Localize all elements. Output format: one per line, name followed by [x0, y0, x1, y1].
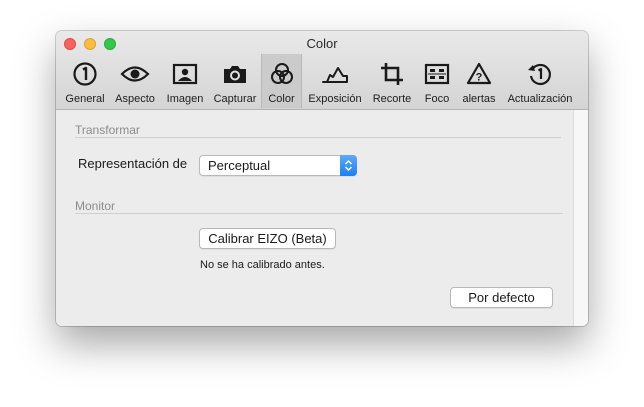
exposure-icon — [320, 59, 350, 89]
eye-icon — [120, 59, 150, 89]
tab-exposicion-label: Exposición — [308, 93, 362, 105]
warning-icon: ? — [464, 59, 494, 89]
tab-foco-label: Foco — [424, 93, 450, 105]
tab-recorte[interactable]: Recorte — [367, 54, 417, 108]
image-icon — [170, 59, 200, 89]
scrollbar-track[interactable] — [573, 110, 588, 326]
tab-imagen[interactable]: Imagen — [160, 54, 210, 108]
monitor-divider — [75, 213, 563, 214]
update-icon — [525, 59, 555, 89]
crop-icon — [377, 59, 407, 89]
camera-icon — [220, 59, 250, 89]
chevron-updown-icon — [340, 155, 357, 176]
tab-imagen-label: Imagen — [166, 93, 204, 105]
calibrate-eizo-button[interactable]: Calibrar EIZO (Beta) — [199, 228, 336, 249]
tab-foco[interactable]: Foco — [418, 54, 456, 108]
rendering-intent-select[interactable]: Perceptual — [199, 155, 357, 176]
tab-recorte-label: Recorte — [372, 93, 412, 105]
tab-general-label: General — [65, 93, 105, 105]
tab-color-label: Color — [268, 93, 295, 105]
window-title: Color — [306, 36, 338, 51]
calibration-status-text: No se ha calibrado antes. — [200, 259, 325, 271]
rendering-intent-label: Representación de — [78, 156, 188, 171]
monitor-section-header: Monitor — [75, 199, 116, 213]
focus-icon — [422, 59, 452, 89]
tab-alertas-label: alertas — [462, 93, 496, 105]
tab-exposicion[interactable]: Exposición — [304, 54, 366, 108]
tab-alertas[interactable]: ? alertas — [457, 54, 501, 108]
tab-actualizacion[interactable]: Actualización — [503, 54, 577, 108]
tab-aspecto-label: Aspecto — [115, 93, 155, 105]
tab-actualizacion-label: Actualización — [507, 93, 573, 105]
transform-section-header: Transformar — [75, 123, 140, 137]
title-toolbar: Color General Aspecto Imagen Capturar Co… — [56, 31, 588, 110]
preferences-window: Color General Aspecto Imagen Capturar Co… — [56, 31, 588, 326]
color-preferences-pane: Transformar Representación de Perceptual… — [56, 110, 573, 326]
svg-text:?: ? — [476, 72, 483, 84]
tab-color[interactable]: Color — [261, 54, 302, 108]
tab-aspecto[interactable]: Aspecto — [110, 54, 160, 108]
rendering-intent-value: Perceptual — [208, 158, 271, 173]
tab-general[interactable]: General — [60, 54, 110, 108]
color-circles-icon — [267, 59, 297, 89]
transform-divider — [75, 137, 561, 138]
general-icon — [70, 59, 100, 89]
tab-capturar[interactable]: Capturar — [210, 54, 260, 108]
restore-defaults-button[interactable]: Por defecto — [450, 287, 553, 308]
tab-capturar-label: Capturar — [213, 93, 257, 105]
